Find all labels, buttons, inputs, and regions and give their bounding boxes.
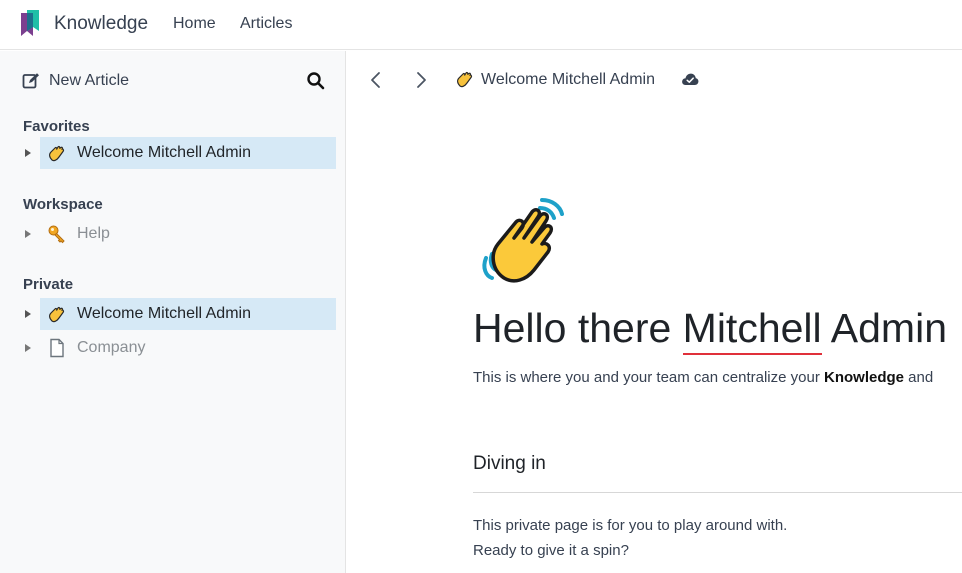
- section-private: Private: [23, 276, 74, 293]
- knowledge-logo-icon[interactable]: [18, 9, 42, 39]
- waving-hand-icon: [47, 304, 67, 324]
- article-intro: This is where you and your team can cent…: [473, 369, 933, 386]
- caret-right-icon[interactable]: [24, 309, 34, 319]
- intro-prefix: This is where you and your team can cent…: [473, 369, 824, 386]
- document-icon: [47, 338, 67, 358]
- sidebar-item-company[interactable]: Company: [22, 332, 336, 364]
- sidebar-item-label: Help: [77, 225, 110, 242]
- caret-right-icon[interactable]: [24, 343, 34, 353]
- nav-articles-link[interactable]: Articles: [240, 15, 292, 33]
- key-icon: [47, 224, 67, 244]
- sidebar-item-help[interactable]: Help: [22, 218, 336, 250]
- top-navbar: Knowledge Home Articles: [0, 0, 962, 50]
- article-title[interactable]: Hello there Mitchell Admin: [473, 305, 947, 352]
- caret-right-icon[interactable]: [24, 229, 34, 239]
- edit-icon: [22, 73, 39, 89]
- waving-hand-icon: [457, 72, 473, 88]
- chevron-left-icon[interactable]: [369, 71, 383, 89]
- chevron-right-icon[interactable]: [414, 71, 428, 89]
- nav-home-link[interactable]: Home: [173, 15, 216, 33]
- section-heading: Diving in: [473, 453, 546, 474]
- new-article-button[interactable]: New Article: [22, 70, 129, 92]
- sidebar-item-welcome-private[interactable]: Welcome Mitchell Admin: [22, 298, 336, 330]
- search-icon[interactable]: [306, 71, 326, 91]
- waving-hand-icon: [47, 143, 67, 163]
- section-favorites: Favorites: [23, 118, 90, 135]
- intro-suffix: and: [904, 369, 934, 386]
- sidebar-item-welcome-favorite[interactable]: Welcome Mitchell Admin: [22, 137, 336, 169]
- article-header: Welcome Mitchell Admin: [347, 51, 962, 109]
- caret-right-icon[interactable]: [24, 148, 34, 158]
- paragraph-line: Ready to give it a spin?: [473, 542, 629, 559]
- title-prefix: Hello there: [473, 305, 683, 351]
- waving-hand-icon: [482, 198, 564, 283]
- sidebar-item-label: Welcome Mitchell Admin: [77, 305, 251, 322]
- breadcrumb[interactable]: Welcome Mitchell Admin: [481, 71, 655, 89]
- app-name[interactable]: Knowledge: [54, 13, 148, 35]
- title-suffix: Admin: [821, 305, 947, 351]
- sidebar: New Article Favorites Welcome Mitchell A…: [0, 51, 346, 573]
- intro-bold: Knowledge: [824, 369, 905, 386]
- new-article-label: New Article: [49, 72, 130, 89]
- sidebar-item-label: Company: [77, 339, 146, 356]
- paragraph-line: This private page is for you to play aro…: [473, 517, 788, 534]
- title-name-spellcheck: Mitchell: [682, 305, 822, 351]
- sidebar-item-label: Welcome Mitchell Admin: [77, 144, 251, 161]
- section-divider: [473, 492, 962, 493]
- cloud-saved-icon: [682, 73, 699, 85]
- section-workspace: Workspace: [23, 196, 103, 213]
